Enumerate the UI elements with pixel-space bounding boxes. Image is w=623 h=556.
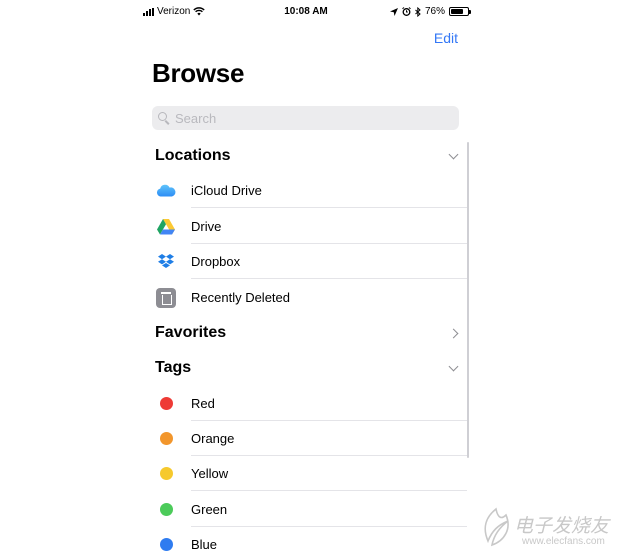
tag-dot-icon bbox=[155, 499, 177, 521]
status-right: 76% bbox=[389, 6, 471, 17]
locations-header-label: Locations bbox=[155, 147, 231, 164]
chevron-down-icon[interactable] bbox=[448, 149, 459, 159]
tag-label: Yellow bbox=[191, 466, 229, 481]
location-icon bbox=[389, 7, 398, 16]
google-drive-icon bbox=[155, 216, 177, 238]
tag-item-blue[interactable]: Blue bbox=[155, 527, 467, 556]
locations-section-header[interactable]: Locations bbox=[155, 144, 467, 168]
edit-button[interactable]: Edit bbox=[434, 30, 458, 46]
tag-label: Red bbox=[191, 396, 215, 411]
location-item-dropbox[interactable]: Dropbox bbox=[155, 244, 467, 279]
battery-level-fill bbox=[451, 9, 464, 14]
tag-dot-icon bbox=[155, 463, 177, 485]
location-item-recently-deleted[interactable]: Recently Deleted bbox=[155, 280, 467, 315]
tag-item-orange[interactable]: Orange bbox=[155, 421, 467, 456]
location-item-icloud-drive[interactable]: iCloud Drive bbox=[155, 173, 467, 208]
chevron-down-icon[interactable] bbox=[448, 361, 459, 371]
tags-section-header[interactable]: Tags bbox=[155, 356, 467, 380]
favorites-section-header[interactable]: Favorites bbox=[155, 321, 467, 345]
tag-item-green[interactable]: Green bbox=[155, 492, 467, 527]
watermark-text: 电子发烧友 bbox=[514, 515, 610, 537]
location-label: iCloud Drive bbox=[191, 183, 262, 198]
files-app-screen: Verizon 10:08 AM 76% Edit Browse Search … bbox=[140, 0, 472, 556]
location-label: Recently Deleted bbox=[191, 290, 290, 305]
icloud-drive-icon bbox=[155, 180, 177, 202]
blue-dot-icon bbox=[159, 538, 173, 551]
watermark-logo: 电子发烧友 www.elecfans.com bbox=[478, 505, 618, 549]
location-label: Drive bbox=[191, 219, 222, 234]
chevron-right-icon[interactable] bbox=[448, 328, 459, 338]
watermark-icon bbox=[484, 507, 509, 547]
green-dot-icon bbox=[159, 503, 173, 516]
location-label: Dropbox bbox=[191, 254, 241, 269]
scroll-indicator[interactable] bbox=[467, 142, 469, 458]
battery-icon bbox=[449, 7, 471, 16]
tag-label: Orange bbox=[191, 431, 235, 446]
page-title: Browse bbox=[152, 58, 245, 88]
location-item-drive[interactable]: Drive bbox=[155, 209, 467, 244]
tag-dot-icon bbox=[155, 428, 177, 450]
red-dot-icon bbox=[159, 397, 173, 410]
orange-dot-icon bbox=[159, 432, 173, 445]
tag-item-yellow[interactable]: Yellow bbox=[155, 456, 467, 491]
tag-label: Blue bbox=[191, 537, 218, 552]
search-icon bbox=[158, 111, 171, 125]
dropbox-icon bbox=[155, 251, 177, 273]
search-input[interactable] bbox=[175, 110, 435, 126]
tag-dot-icon bbox=[155, 393, 177, 415]
tags-header-label: Tags bbox=[155, 359, 192, 376]
yellow-dot-icon bbox=[159, 467, 173, 480]
trash-icon bbox=[155, 287, 177, 309]
tag-item-red[interactable]: Red bbox=[155, 386, 467, 421]
bluetooth-icon bbox=[415, 6, 421, 17]
favorites-header-label: Favorites bbox=[155, 324, 227, 341]
alarm-icon bbox=[402, 7, 411, 16]
battery-percent: 76% bbox=[424, 6, 445, 17]
tag-dot-icon bbox=[155, 534, 177, 556]
tag-label: Green bbox=[191, 502, 228, 517]
watermark-url: www.elecfans.com bbox=[522, 536, 605, 547]
search-bar[interactable] bbox=[152, 106, 459, 130]
status-bar: Verizon 10:08 AM 76% bbox=[140, 4, 472, 22]
